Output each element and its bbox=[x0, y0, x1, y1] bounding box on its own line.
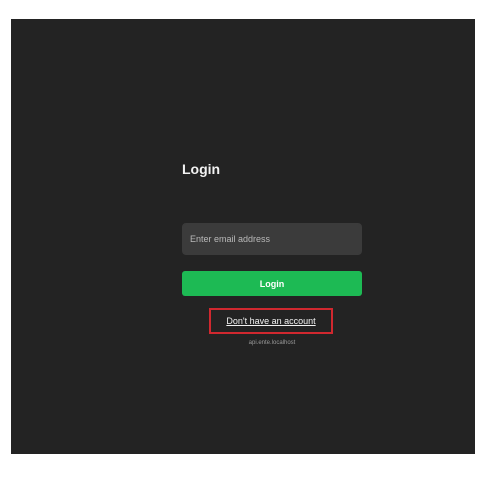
api-host-label: api.ente.localhost bbox=[248, 340, 296, 346]
email-field[interactable] bbox=[182, 223, 362, 255]
signup-link[interactable]: Don't have an account bbox=[209, 308, 333, 334]
app-window: Login Login Don't have an account api.en… bbox=[11, 19, 475, 454]
login-panel: Login Login Don't have an account api.en… bbox=[182, 159, 362, 346]
page-title: Login bbox=[182, 161, 221, 177]
login-button[interactable]: Login bbox=[182, 271, 362, 296]
